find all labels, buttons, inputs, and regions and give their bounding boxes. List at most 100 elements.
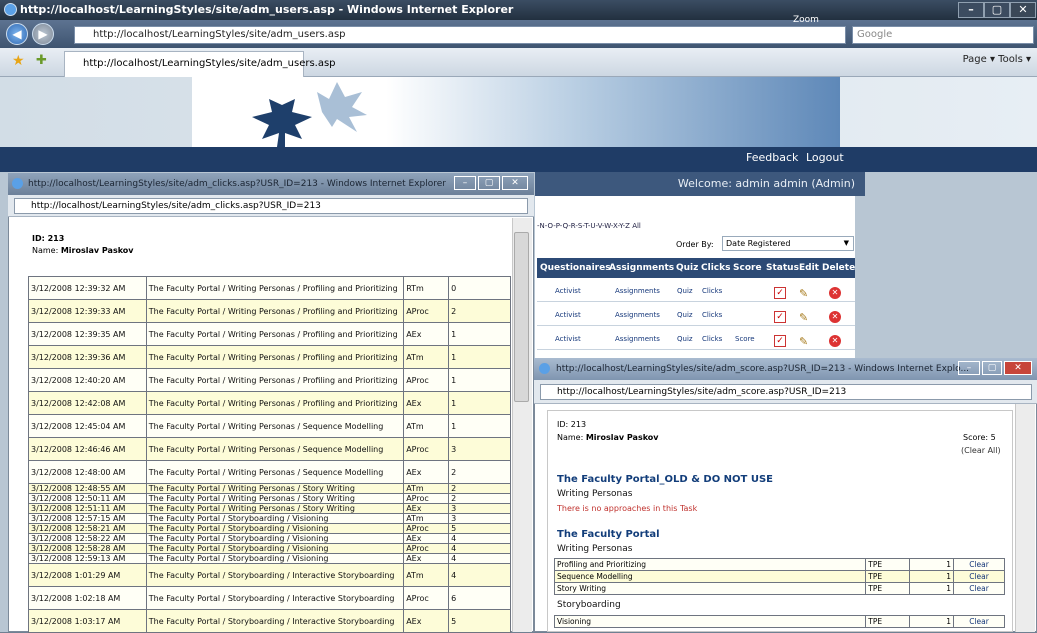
status-checkbox[interactable]: ✓ — [774, 287, 786, 299]
click-page: The Faculty Portal / Storyboarding / Int… — [145, 609, 405, 633]
status-checkbox[interactable]: ✓ — [774, 335, 786, 347]
questionaire-link[interactable]: Activist — [555, 287, 581, 295]
minimize-button[interactable]: – — [454, 176, 476, 190]
click-style: ATm — [403, 513, 450, 524]
col-clicks: Clicks — [701, 263, 731, 273]
table-row: 3/12/2008 12:50:11 AM The Faculty Portal … — [28, 493, 511, 504]
score-link[interactable]: Score — [735, 335, 755, 343]
click-time: 3/12/2008 1:01:29 AM — [28, 563, 147, 587]
status-checkbox[interactable]: ✓ — [774, 311, 786, 323]
score-table: Profiling and Prioritizing TPE 1 Clear Seque… — [553, 558, 1005, 595]
user-row: Activist Assignments Quiz Clicks ✓ ✎ ✕ — [537, 303, 855, 326]
assignments-link[interactable]: Assignments — [615, 287, 660, 295]
add-favorites-icon[interactable]: ✚ — [36, 53, 47, 68]
zoom-label: Zoom — [793, 15, 819, 25]
assignments-link[interactable]: Assignments — [615, 311, 660, 319]
click-page: The Faculty Portal / Writing Personas / … — [145, 460, 405, 484]
clear-link[interactable]: Clear — [953, 570, 1005, 583]
maximize-button[interactable]: ▢ — [982, 361, 1002, 375]
quiz-link[interactable]: Quiz — [677, 287, 693, 295]
clear-link[interactable]: Clear — [953, 615, 1005, 628]
task-score: 1 — [909, 582, 955, 595]
name-value: Miroslav Paskov — [585, 433, 659, 442]
clicks-popup-address[interactable]: http://localhost/LearningStyles/site/adm… — [14, 198, 528, 214]
click-time: 3/12/2008 12:39:36 AM — [28, 345, 147, 369]
click-page: The Faculty Portal / Writing Personas / … — [145, 391, 405, 415]
name-label: Name: — [557, 433, 584, 442]
score-content-frame — [547, 410, 1013, 632]
quiz-link[interactable]: Quiz — [677, 335, 693, 343]
table-row: 3/12/2008 12:59:13 AM The Faculty Portal … — [28, 553, 511, 564]
click-time: 3/12/2008 12:42:08 AM — [28, 391, 147, 415]
delete-icon[interactable]: ✕ — [829, 335, 841, 347]
order-by-select[interactable]: Date Registered ▼ — [722, 236, 854, 251]
clicks-link[interactable]: Clicks — [702, 311, 722, 319]
favorites-star-icon[interactable]: ★ — [12, 53, 25, 69]
score-popup-scrollbar[interactable] — [1015, 404, 1035, 632]
delete-icon[interactable]: ✕ — [829, 311, 841, 323]
command-bar[interactable]: Page ▾ Tools ▾ — [963, 54, 1031, 65]
close-button[interactable]: ✕ — [502, 176, 528, 190]
no-approaches-message: There is no approaches in this Task — [557, 504, 698, 513]
click-count: 5 — [448, 609, 511, 633]
questionaire-link[interactable]: Activist — [555, 335, 581, 343]
click-style: AProc — [403, 493, 450, 504]
table-row: Story Writing TPE 1 Clear — [553, 582, 1005, 595]
user-row: Activist Assignments Quiz Clicks ✓ ✎ ✕ — [537, 279, 855, 302]
edit-pencil-icon[interactable]: ✎ — [799, 311, 808, 324]
alphabet-filter[interactable]: -N-O-P-Q-R-S-T-U-V-W-X-Y-Z All — [537, 222, 641, 230]
click-count: 2 — [448, 483, 511, 494]
click-time: 3/12/2008 12:58:21 AM — [28, 523, 147, 534]
click-page: The Faculty Portal / Writing Personas / … — [145, 276, 405, 300]
table-row: Sequence Modelling TPE 1 Clear — [553, 570, 1005, 583]
scrollbar-thumb[interactable] — [514, 232, 529, 402]
minimize-button[interactable]: – — [958, 2, 984, 18]
minimize-button[interactable]: – — [958, 361, 980, 375]
questionaire-link[interactable]: Activist — [555, 311, 581, 319]
clicks-link[interactable]: Clicks — [702, 287, 722, 295]
approach-type: TPE — [865, 582, 911, 595]
approach-type: TPE — [865, 615, 911, 628]
score-user-id: ID: 213 — [557, 420, 587, 429]
clear-link[interactable]: Clear — [953, 582, 1005, 595]
click-style: AEx — [403, 503, 450, 514]
click-page: The Faculty Portal / Storyboarding / Vis… — [145, 523, 405, 534]
click-page: The Faculty Portal / Storyboarding / Vis… — [145, 553, 405, 564]
maximize-button[interactable]: ▢ — [984, 2, 1010, 18]
score-popup-address[interactable]: http://localhost/LearningStyles/site/adm… — [540, 384, 1032, 400]
col-edit: Edit — [799, 263, 819, 273]
click-count: 4 — [448, 543, 511, 554]
maximize-button[interactable]: ▢ — [478, 176, 500, 190]
click-page: The Faculty Portal / Writing Personas / … — [145, 437, 405, 461]
close-button[interactable]: ✕ — [1010, 2, 1036, 18]
nav-logout-link[interactable]: Logout — [806, 151, 844, 164]
edit-pencil-icon[interactable]: ✎ — [799, 335, 808, 348]
click-style: ATm — [403, 345, 450, 369]
order-by-value: Date Registered — [726, 239, 791, 248]
quiz-link[interactable]: Quiz — [677, 311, 693, 319]
col-score: Score — [733, 263, 762, 273]
click-style: AEx — [403, 391, 450, 415]
clear-link[interactable]: Clear — [953, 558, 1005, 571]
click-page: The Faculty Portal / Writing Personas / … — [145, 322, 405, 346]
close-button[interactable]: ✕ — [1004, 361, 1032, 375]
score-total: Score: 5 — [963, 433, 996, 442]
edit-pencil-icon[interactable]: ✎ — [799, 287, 808, 300]
forward-button[interactable]: ▶ — [32, 23, 54, 45]
back-button[interactable]: ◀ — [6, 23, 28, 45]
assignments-link[interactable]: Assignments — [615, 335, 660, 343]
score-popup-title: http://localhost/LearningStyles/site/adm… — [556, 364, 970, 374]
chevron-down-icon: ▼ — [843, 239, 849, 247]
click-style: AProc — [403, 368, 450, 392]
clicks-link[interactable]: Clicks — [702, 335, 722, 343]
ie-logo-icon — [539, 363, 550, 374]
delete-icon[interactable]: ✕ — [829, 287, 841, 299]
clear-all-link[interactable]: (Clear All) — [961, 446, 1001, 455]
tab-current[interactable]: http://localhost/LearningStyles/site/adm… — [64, 51, 336, 77]
search-input[interactable]: Google — [852, 26, 1034, 44]
click-time: 3/12/2008 12:45:04 AM — [28, 414, 147, 438]
click-count: 6 — [448, 586, 511, 610]
click-time: 3/12/2008 12:58:28 AM — [28, 543, 147, 554]
nav-feedback-link[interactable]: Feedback — [746, 151, 798, 164]
address-bar[interactable]: http://localhost/LearningStyles/site/adm… — [74, 26, 846, 44]
